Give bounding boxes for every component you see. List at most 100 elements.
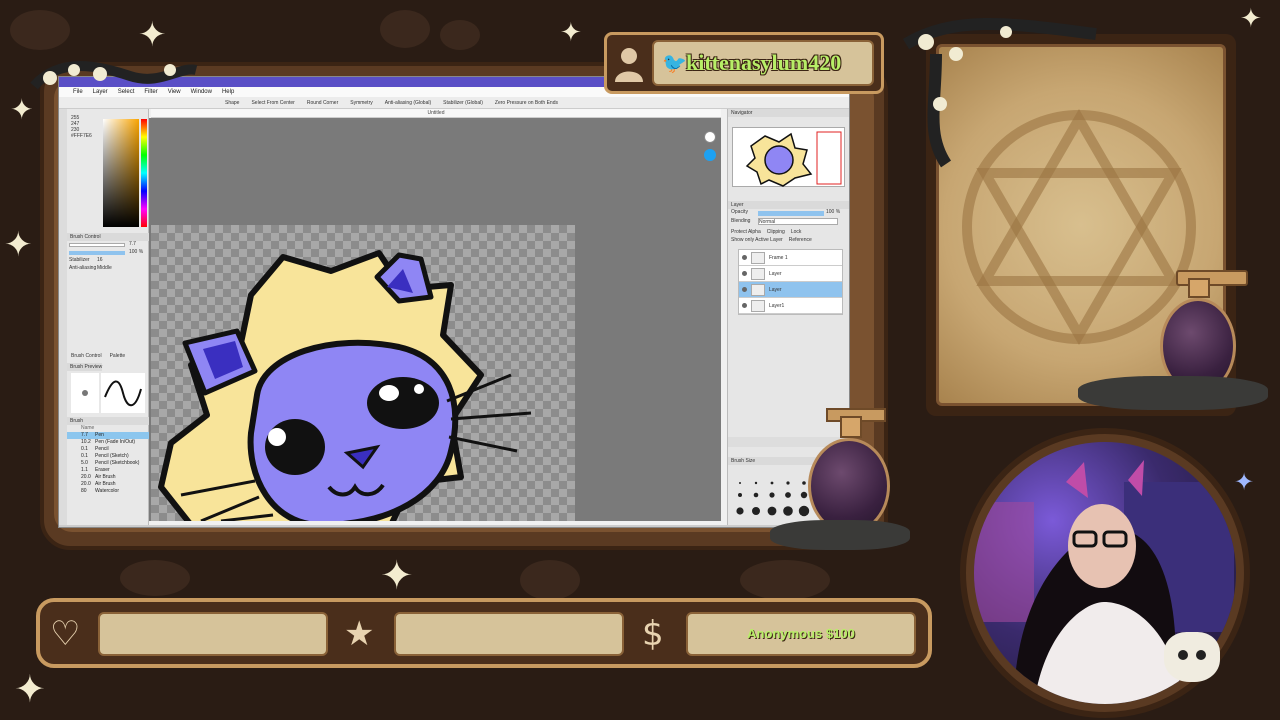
document-tab[interactable]: Untitled	[151, 109, 721, 118]
tab-brush-control[interactable]: Brush Control	[71, 353, 102, 361]
cat-illustration	[158, 250, 532, 521]
size-row[interactable]: 7.7	[67, 241, 149, 249]
layer-list-item[interactable]: Frame 1	[739, 250, 842, 266]
brush-list-item[interactable]: 5.0 Pencil (Sketchbook)	[67, 460, 149, 467]
brush-list-title: Brush	[67, 417, 149, 425]
anti-alias-row[interactable]: Anti-aliasing Middle	[67, 265, 149, 273]
layer-list-item[interactable]: Layer1	[739, 298, 842, 314]
sparkle-icon: ✦	[4, 225, 33, 265]
eye-icon[interactable]	[742, 271, 747, 276]
bg-cloud	[440, 20, 480, 50]
moss-decoration	[1078, 376, 1268, 410]
hue-slider[interactable]	[141, 119, 147, 227]
menu-help[interactable]: Help	[222, 87, 234, 97]
stabilizer-label: Stabilizer	[69, 257, 90, 263]
dollar-icon: $	[642, 614, 664, 654]
bg-cloud	[520, 560, 580, 600]
eye-icon[interactable]	[742, 303, 747, 308]
layer-list-item[interactable]: Layer	[739, 266, 842, 282]
sparkle-icon: ✦	[138, 15, 167, 55]
color-square[interactable]	[103, 119, 139, 227]
protect-alpha-checkbox[interactable]: Protect Alpha	[731, 229, 761, 235]
layer-thumbnail	[751, 300, 765, 312]
round-corner-option[interactable]: Round Corner	[307, 97, 338, 108]
stroke-preview	[101, 373, 145, 413]
brush-list-item[interactable]: 0.1 Pencil	[67, 446, 149, 453]
navigator-toolbar[interactable]	[728, 117, 849, 127]
status-bar	[59, 525, 849, 527]
brush-size-label: 0.1	[81, 453, 88, 459]
layer-blending-select[interactable]: Normal	[758, 218, 838, 225]
subscriber-slot	[394, 612, 624, 656]
top-right-vine-decoration	[902, 18, 1097, 168]
lock-checkbox[interactable]: Lock	[791, 229, 802, 235]
eye-icon[interactable]	[742, 255, 747, 260]
brush-name-label: Air Brush	[95, 481, 116, 487]
layer-thumbnail	[751, 252, 765, 264]
brush-name-label: Air Brush	[95, 474, 116, 480]
potion-cork	[1188, 278, 1210, 298]
brush-list-item[interactable]: 1.1 Eraser	[67, 467, 149, 474]
brush-list: 7.7 Pen 10.2 Pen (Fade In/Out) 0.1 Pencil 0.1 P…	[67, 432, 149, 495]
brush-name-label: Pen	[95, 432, 104, 438]
brush-preview-title: Brush Preview	[67, 363, 103, 371]
brush-list-item[interactable]: 10.2 Pen (Fade In/Out)	[67, 439, 149, 446]
tab-palette[interactable]: Palette	[110, 353, 126, 361]
opacity-row[interactable]: 100 %	[67, 249, 149, 257]
layer-blending-row[interactable]: Blending Normal	[728, 218, 849, 227]
layer-thumbnail	[751, 284, 765, 296]
show-active-layer-checkbox[interactable]: Show only Active Layer	[731, 237, 783, 243]
size-value[interactable]: 7.7	[129, 241, 136, 247]
brush-control-title: Brush Control	[67, 233, 149, 241]
brush-list-item[interactable]: 20.0 Air Brush	[67, 481, 149, 488]
layer-opacity-row[interactable]: Opacity 100 %	[728, 209, 849, 218]
zero-pressure-option[interactable]: Zero Pressure on Both Ends	[495, 97, 558, 108]
eye-icon[interactable]	[742, 287, 747, 292]
navigator-title: Navigator	[728, 109, 849, 117]
potion-cork-left	[840, 416, 862, 438]
stabilizer-value[interactable]: 16	[97, 257, 103, 263]
layer-thumbnail	[751, 268, 765, 280]
layer-name: Layer1	[769, 303, 785, 309]
layer-opacity-value[interactable]: 100 %	[826, 209, 840, 215]
canvas-pin-icon[interactable]	[704, 149, 716, 161]
paint-app-window: File Layer Select Filter View Window Hel…	[58, 76, 850, 528]
navigator-preview[interactable]	[732, 127, 845, 187]
anti-aliasing-option[interactable]: Anti-aliasing (Global)	[385, 97, 431, 108]
layer-list: Frame 1 Layer Layer Layer1	[738, 249, 843, 315]
clipping-checkbox[interactable]: Clipping	[767, 229, 785, 235]
shape-option[interactable]: Shape	[225, 97, 239, 108]
layer-panel-title: Layer	[728, 201, 849, 209]
anti-alias-value[interactable]: Middle	[97, 265, 112, 271]
stabilizer-option[interactable]: Stabilizer (Global)	[443, 97, 483, 108]
follower-slot	[98, 612, 328, 656]
brush-size-label: 7.7	[81, 432, 88, 438]
color-hex[interactable]: #FFF7E6	[71, 133, 99, 139]
layer-options: Protect Alpha Clipping Lock Show only Ac…	[728, 227, 849, 245]
latest-donation-text: Anonymous $100	[747, 626, 855, 641]
brush-size-label: 10.2	[81, 439, 91, 445]
brush-list-item[interactable]: 0.1 Pencil (Sketch)	[67, 453, 149, 460]
brush-name-label: Pen (Fade In/Out)	[95, 439, 136, 445]
social-handle-text: kittenasylum420	[686, 50, 842, 75]
brush-name-label: Pencil (Sketch)	[95, 453, 129, 459]
drawing-canvas[interactable]	[151, 225, 575, 521]
brush-name-label: Watercolor	[95, 488, 119, 494]
brush-list-item[interactable]: 20.0 Air Brush	[67, 474, 149, 481]
bg-cloud	[380, 10, 430, 48]
canvas-reference-icon[interactable]	[704, 131, 716, 143]
donation-slot: Anonymous $100	[686, 612, 916, 656]
brush-list-item[interactable]: 80 Watercolor	[67, 488, 149, 495]
stabilizer-row[interactable]: Stabilizer 16	[67, 257, 149, 265]
star-icon: ★	[344, 614, 375, 654]
tool-column[interactable]	[59, 109, 67, 525]
flower-vine-decoration	[30, 61, 198, 90]
symmetry-option[interactable]: Symmetry	[350, 97, 373, 108]
opacity-value[interactable]: 100 %	[129, 249, 143, 255]
select-from-center-option[interactable]: Select From Center	[251, 97, 294, 108]
reference-checkbox[interactable]: Reference	[789, 237, 812, 243]
brush-list-item[interactable]: 7.7 Pen	[67, 432, 149, 439]
twitter-bird-icon: 🐦	[662, 51, 687, 75]
layer-list-item[interactable]: Layer	[739, 282, 842, 298]
potion-shelf	[1176, 270, 1248, 286]
